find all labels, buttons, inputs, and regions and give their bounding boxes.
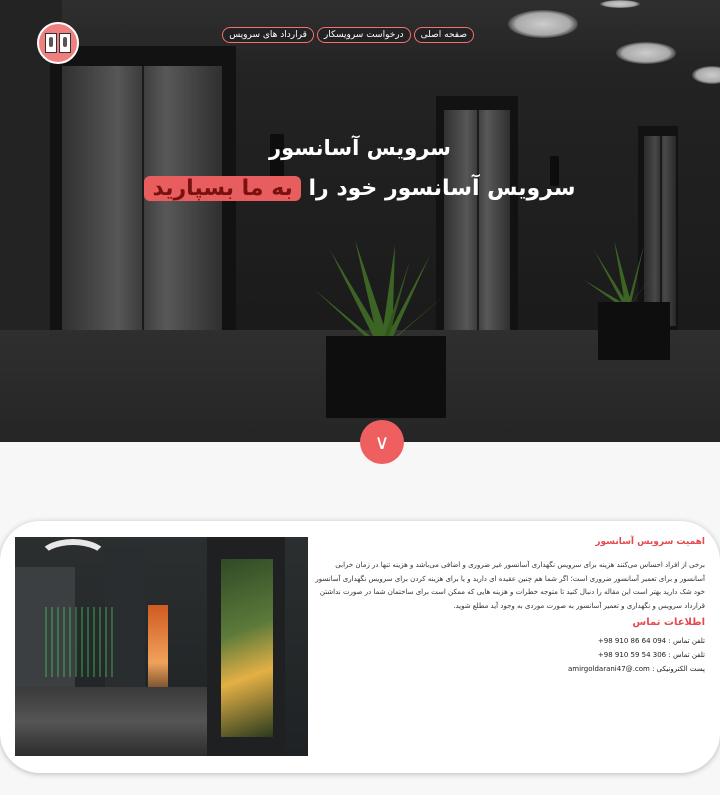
- nav-home[interactable]: صفحه اصلی: [413, 27, 474, 43]
- hero-title: سرویس آسانسور: [269, 136, 451, 160]
- info-card: اهمیت سرویس آسانسور برخی از افراد احساس …: [0, 521, 720, 773]
- contact-heading: اطلاعات تماس: [632, 617, 705, 628]
- elevator-icon: [45, 33, 57, 53]
- main-nav: قرارداد های سرویس درخواست سرویسکار صفحه …: [222, 27, 474, 43]
- elevator-icon: [59, 33, 71, 53]
- site-logo[interactable]: [37, 22, 79, 64]
- hero-subtitle-text: سرویس آسانسور خود را: [308, 176, 576, 201]
- phone-value[interactable]: +98 910 59 54 306: [598, 651, 666, 659]
- chevron-down-icon: ∨: [374, 431, 390, 454]
- nav-request-technician[interactable]: درخواست سرویسکار: [316, 27, 411, 43]
- glossy-floor: [15, 687, 207, 756]
- email-value[interactable]: amirgoldarani47@.com: [568, 665, 650, 673]
- phone-label: تلفن تماس :: [668, 637, 705, 645]
- nav-service-contracts[interactable]: قرارداد های سرویس: [222, 27, 314, 43]
- green-light-pattern: [45, 607, 115, 677]
- phone-value[interactable]: +98 910 86 64 094: [598, 637, 666, 645]
- hero-subtitle: سرویس آسانسور خود را به ما بسپارید: [0, 176, 720, 201]
- card-paragraph: برخی از افراد احساس می‌کنند هزینه برای س…: [315, 561, 705, 610]
- forest-view: [221, 559, 273, 737]
- contact-phone-2: تلفن تماس : +98 910 59 54 306: [315, 648, 705, 662]
- hero-subtitle-highlight: به ما بسپارید: [144, 176, 301, 201]
- contact-phone-1: تلفن تماس : +98 910 86 64 094: [315, 634, 705, 648]
- scroll-down-button[interactable]: ∨: [360, 420, 404, 464]
- card-heading: اهمیت سرویس آسانسور: [595, 537, 705, 547]
- phone-label: تلفن تماس :: [668, 651, 705, 659]
- contact-email: پست الکترونیکی : amirgoldarani47@.com: [315, 662, 705, 676]
- elevator-lobby-image: [15, 537, 308, 756]
- email-label: پست الکترونیکی :: [652, 665, 705, 673]
- hero-overlay: [0, 0, 720, 442]
- card-text-block: اهمیت سرویس آسانسور برخی از افراد احساس …: [315, 537, 705, 676]
- hero-section: قرارداد های سرویس درخواست سرویسکار صفحه …: [0, 0, 720, 442]
